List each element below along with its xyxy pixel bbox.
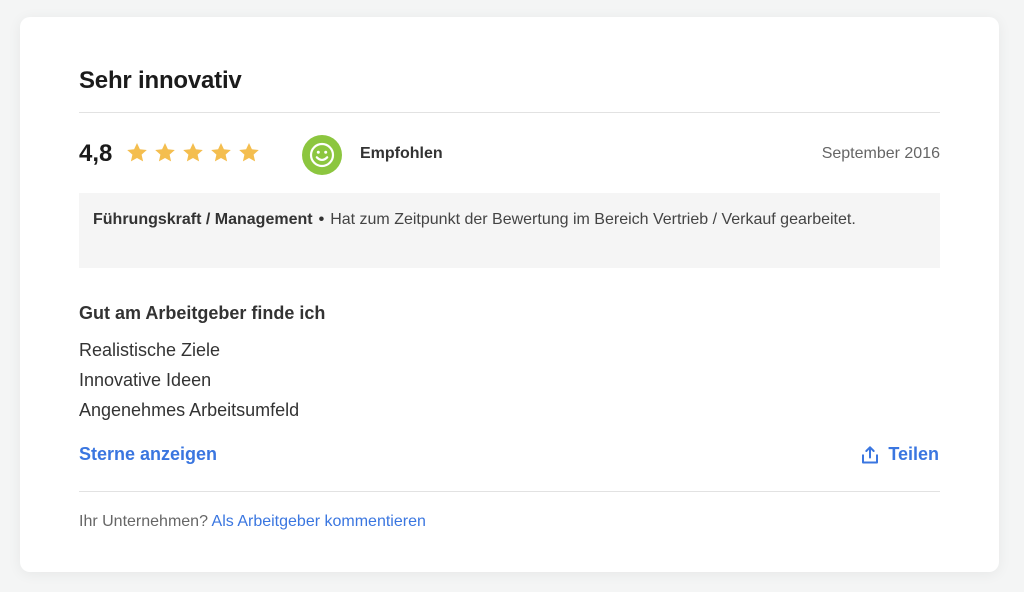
pros-list: Realistische Ziele Innovative Ideen Ange…	[79, 335, 299, 425]
star-icon	[127, 143, 147, 162]
footer-text: Ihr Unternehmen?	[79, 513, 208, 530]
reviewer-role: Führungskraft / Management	[93, 211, 313, 228]
star-rating	[125, 141, 261, 165]
share-label: Teilen	[888, 444, 939, 464]
show-stars-link[interactable]: Sterne anzeigen	[79, 444, 217, 465]
star-icon	[211, 143, 231, 162]
star-icon	[155, 143, 175, 162]
pros-heading: Gut am Arbeitgeber finde ich	[79, 303, 326, 323]
employer-comment-link[interactable]: Als Arbeitgeber kommentieren	[212, 513, 426, 530]
list-item: Realistische Ziele	[79, 340, 221, 360]
share-icon	[862, 445, 879, 463]
divider	[79, 491, 940, 492]
star-icon	[183, 143, 203, 162]
bullet-separator: •	[318, 211, 325, 228]
recommendation-label: Empfohlen	[360, 145, 443, 162]
share-button[interactable]: Teilen	[860, 444, 939, 465]
reviewer-role-detail: Hat zum Zeitpunkt der Bewertung im Berei…	[330, 211, 856, 228]
review-date: September 2016	[821, 145, 940, 162]
rating-score: 4,8	[79, 140, 113, 167]
footer: Ihr Unternehmen? Als Arbeitgeber komment…	[79, 513, 426, 531]
list-item: Innovative Ideen	[79, 370, 212, 390]
reviewer-info: Führungskraft / Management • Hat zum Zeitp…	[79, 193, 940, 268]
rating-row: 4,8 Empfohlen September 2016	[79, 135, 940, 175]
list-item: Angenehmes Arbeitsumfeld	[79, 400, 300, 420]
smiley-icon	[302, 135, 342, 175]
review-title: Sehr innovativ	[79, 67, 242, 94]
review-card: Sehr innovativ 4,8 Empfohlen September 2…	[20, 17, 999, 572]
star-icon	[239, 143, 259, 162]
divider	[79, 112, 940, 113]
